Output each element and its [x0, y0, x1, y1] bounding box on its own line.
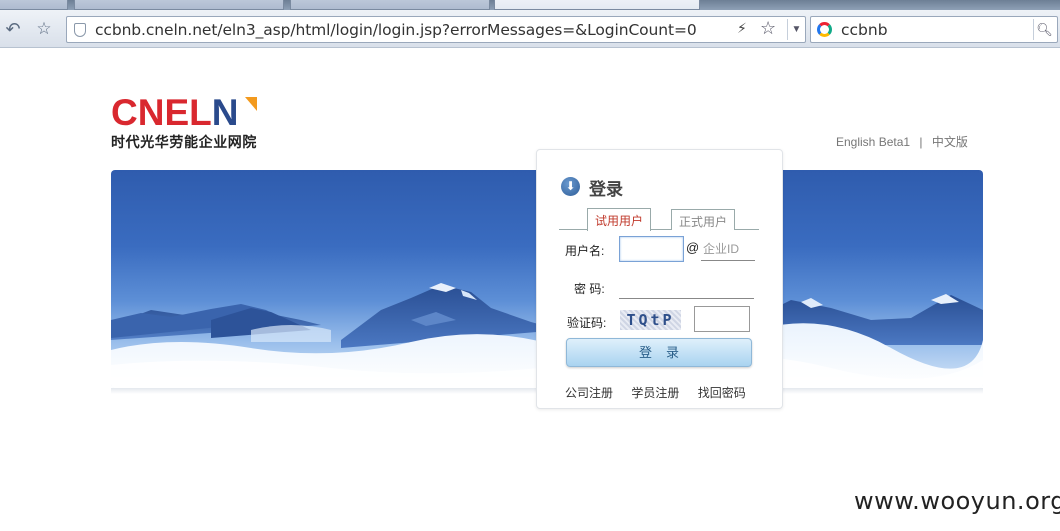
favorite-star-icon[interactable]: ☆	[33, 18, 55, 40]
browser-toolbar: ↶ ☆ ccbnb.cneln.net/eln3_asp/html/login/…	[0, 10, 1060, 48]
captcha-image[interactable]: TQtP	[620, 310, 681, 330]
captcha-label: 验证码:	[567, 316, 607, 330]
browser-tab-strip	[0, 0, 1060, 10]
lightning-icon[interactable]: ⚡	[737, 20, 747, 37]
logo-accent-icon	[245, 97, 257, 111]
recover-password-link[interactable]: 找回密码	[698, 386, 746, 400]
tab-formal-user[interactable]: 正式用户	[671, 209, 736, 230]
lang-divider: |	[919, 135, 923, 149]
search-icon[interactable]: 🔍︎	[1033, 19, 1055, 40]
logo-prefix: CNEL	[111, 92, 212, 133]
watermark: www.wooyun.org	[854, 487, 1060, 515]
student-register-link[interactable]: 学员注册	[631, 386, 679, 400]
tab-trial-user[interactable]: 试用用户	[587, 208, 652, 231]
arrow-down-circle-icon: ⬇	[561, 177, 580, 196]
address-bar[interactable]: ccbnb.cneln.net/eln3_asp/html/login/logi…	[66, 16, 806, 43]
captcha-input[interactable]	[694, 306, 750, 332]
lang-chinese-link[interactable]: 中文版	[932, 135, 968, 149]
search-engine-icon[interactable]	[817, 22, 832, 37]
logo-suffix: N	[211, 92, 239, 133]
login-button[interactable]: 登录	[566, 338, 752, 367]
browser-tab-active[interactable]	[494, 0, 700, 10]
at-sign: @	[686, 240, 700, 255]
lang-english-link[interactable]: English Beta1	[836, 135, 910, 149]
company-register-link[interactable]: 公司注册	[565, 386, 613, 400]
chevron-down-icon[interactable]: ▼	[787, 19, 805, 40]
language-switcher: English Beta1 | 中文版	[836, 133, 974, 150]
company-id-input[interactable]: 企业ID	[701, 240, 755, 261]
site-logo[interactable]: CNELN 时代光华劳能企业网院	[111, 94, 257, 152]
username-label: 用户名:	[565, 244, 605, 258]
bookmark-star-icon[interactable]: ☆	[760, 18, 776, 39]
logo-subtitle: 时代光华劳能企业网院	[111, 135, 257, 151]
back-icon[interactable]: ↶	[2, 18, 24, 40]
login-title: 登录	[589, 180, 623, 199]
password-label: 密 码:	[574, 282, 605, 296]
search-bar[interactable]: ccbnb 🔍︎	[810, 16, 1058, 43]
logo-wordmark: CNELN	[111, 94, 257, 131]
user-type-tabs: 试用用户 正式用户	[559, 208, 759, 231]
login-links: 公司注册 学员注册 找回密码	[565, 384, 761, 401]
address-url[interactable]: ccbnb.cneln.net/eln3_asp/html/login/logi…	[95, 21, 697, 39]
username-input[interactable]	[619, 236, 684, 262]
browser-tab[interactable]	[290, 0, 490, 10]
login-panel: ⬇ 登录 试用用户 正式用户 用户名: @ 企业ID 密 码: 验证码: TQt…	[536, 149, 783, 409]
search-query[interactable]: ccbnb	[841, 21, 888, 39]
security-shield-icon	[74, 23, 86, 37]
password-input[interactable]	[619, 281, 754, 299]
browser-tab[interactable]	[74, 0, 284, 10]
browser-tab[interactable]	[0, 0, 68, 10]
